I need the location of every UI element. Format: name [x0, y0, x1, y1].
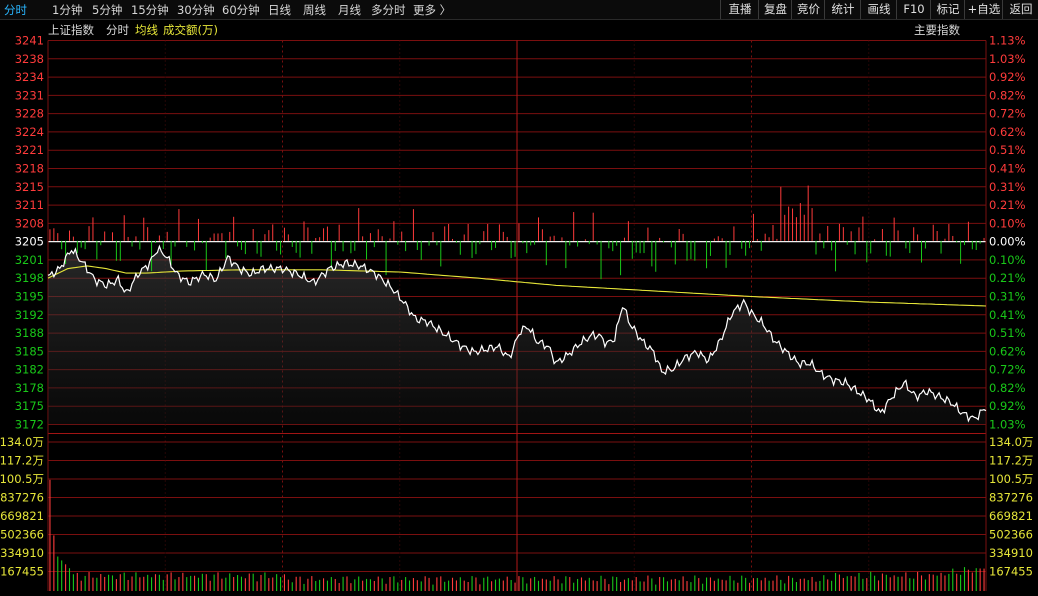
- percent-axis-label: 0.92%: [989, 399, 1026, 413]
- percent-axis-label: 0.82%: [989, 381, 1026, 395]
- percent-axis-label: 0.51%: [989, 326, 1026, 340]
- volume-axis-label: 837276: [0, 491, 44, 505]
- percent-axis-label: 0.10%: [989, 216, 1026, 230]
- price-axis-label: 3215: [15, 180, 44, 194]
- percent-axis-label: 0.62%: [989, 344, 1026, 358]
- live-button[interactable]: 直播: [720, 0, 759, 19]
- price-axis-label: 3195: [15, 290, 44, 304]
- percent-axis-label: 1.03%: [989, 418, 1026, 432]
- tab-daily[interactable]: 日线: [268, 2, 291, 18]
- price-axis-label: 3201: [15, 253, 44, 267]
- price-axis-label: 3211: [15, 198, 44, 212]
- tab-weekly[interactable]: 周线: [303, 2, 326, 18]
- back-button[interactable]: 返回: [1002, 0, 1038, 19]
- add-watchlist-button[interactable]: +自选: [964, 0, 1003, 19]
- volume-axis-label-right: 117.2万: [989, 454, 1033, 468]
- volume-axis-label-right: 502366: [989, 528, 1033, 542]
- tab-more[interactable]: 更多 〉: [413, 2, 451, 18]
- percent-axis-label: 0.41%: [989, 308, 1026, 322]
- percent-axis-label: 0.92%: [989, 70, 1026, 84]
- percent-axis-label: 0.62%: [989, 125, 1026, 139]
- price-axis-label: 3178: [15, 381, 44, 395]
- price-axis-label: 3241: [15, 34, 44, 48]
- price-axis-label: 3172: [15, 418, 44, 432]
- percent-axis-label: 0.21%: [989, 271, 1026, 285]
- percent-axis-label: 0.82%: [989, 88, 1026, 102]
- tab-5min[interactable]: 5分钟: [92, 2, 122, 18]
- volume-axis-label-right: 669821: [989, 509, 1033, 523]
- index-name-label: 上证指数: [48, 23, 94, 37]
- avg-legend-label: 均线: [135, 23, 158, 37]
- price-axis-label: 3198: [15, 271, 44, 285]
- price-axis-label: 3221: [15, 143, 44, 157]
- price-axis-label: 3208: [15, 216, 44, 230]
- minute-legend-label: 分时: [106, 23, 129, 37]
- volume-axis-label-right: 334910: [989, 546, 1033, 560]
- tab-multi-intraday[interactable]: 多分时: [371, 2, 406, 18]
- percent-axis-label: 0.00%: [989, 235, 1026, 249]
- main-index-button[interactable]: 主要指数: [914, 23, 960, 37]
- volume-axis-label: 669821: [0, 509, 44, 523]
- volume-axis-label-right: 100.5万: [989, 472, 1033, 486]
- tab-intraday[interactable]: 分时: [4, 2, 27, 18]
- price-axis-label: 3182: [15, 363, 44, 377]
- price-axis-label: 3175: [15, 399, 44, 413]
- percent-axis-label: 0.72%: [989, 363, 1026, 377]
- auction-button[interactable]: 竞价: [791, 0, 825, 19]
- f10-button[interactable]: F10: [896, 0, 931, 19]
- percent-axis-label: 1.03%: [989, 52, 1026, 66]
- period-toolbar: 分时 1分钟 5分钟 15分钟 30分钟 60分钟 日线 周线 月线 多分时 更…: [0, 0, 1038, 20]
- percent-axis-label: 0.21%: [989, 198, 1026, 212]
- percent-axis-label: 0.31%: [989, 180, 1026, 194]
- price-axis-label: 3218: [15, 162, 44, 176]
- volume-axis-label-right: 837276: [989, 491, 1033, 505]
- percent-axis-label: 0.41%: [989, 162, 1026, 176]
- volume-legend-label: 成交额(万): [163, 23, 218, 37]
- price-axis-label: 3231: [15, 88, 44, 102]
- mark-button[interactable]: 标记: [930, 0, 965, 19]
- percent-axis-label: 0.51%: [989, 143, 1026, 157]
- volume-axis-label: 117.2万: [0, 454, 44, 468]
- price-axis-label: 3192: [15, 308, 44, 322]
- price-axis-label: 3224: [15, 125, 44, 139]
- price-axis-label: 3185: [15, 344, 44, 358]
- draw-line-button[interactable]: 画线: [860, 0, 897, 19]
- volume-axis-label-right: 167455: [989, 565, 1033, 579]
- volume-axis-label: 134.0万: [0, 435, 44, 449]
- price-axis-label: 3205: [15, 235, 44, 249]
- price-axis-label: 3234: [15, 70, 44, 84]
- volume-axis-label: 334910: [0, 546, 44, 560]
- volume-axis-label: 100.5万: [0, 472, 44, 486]
- price-axis-label: 3238: [15, 52, 44, 66]
- volume-axis-label: 502366: [0, 528, 44, 542]
- tab-1min[interactable]: 1分钟: [52, 2, 82, 18]
- percent-axis-label: 1.13%: [989, 34, 1026, 48]
- percent-axis-label: 0.31%: [989, 290, 1026, 304]
- percent-axis-label: 0.10%: [989, 253, 1026, 267]
- tab-60min[interactable]: 60分钟: [222, 2, 260, 18]
- tab-30min[interactable]: 30分钟: [177, 2, 215, 18]
- volume-axis-label: 167455: [0, 565, 44, 579]
- price-axis-label: 3228: [15, 107, 44, 121]
- intraday-chart[interactable]: 3241 3238 3234 3231 3228 3224 3221 3218 3215 3211…: [0, 20, 1038, 596]
- price-axis-label: 3188: [15, 326, 44, 340]
- replay-button[interactable]: 复盘: [758, 0, 792, 19]
- percent-axis-label: 0.72%: [989, 107, 1026, 121]
- volume-axis-label-right: 134.0万: [989, 435, 1033, 449]
- stats-button[interactable]: 统计: [824, 0, 861, 19]
- tab-monthly[interactable]: 月线: [338, 2, 361, 18]
- tab-15min[interactable]: 15分钟: [131, 2, 169, 18]
